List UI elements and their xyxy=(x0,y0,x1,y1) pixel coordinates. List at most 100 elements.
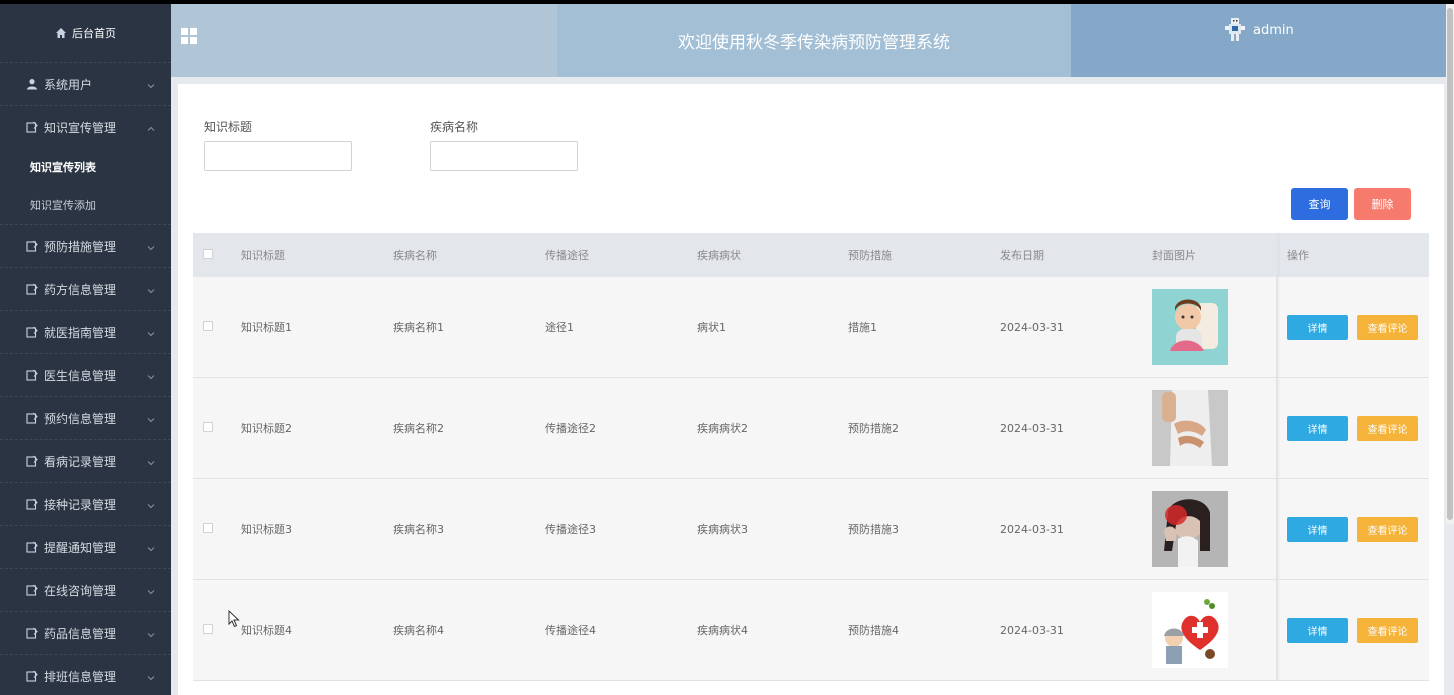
cell-date: 2024-03-31 xyxy=(1000,522,1064,536)
header-cell: 预防措施 xyxy=(848,249,892,262)
header-left xyxy=(171,4,557,77)
page-title: 欢迎使用秋冬季传染病预防管理系统 xyxy=(557,4,1071,77)
sidebar-item[interactable]: 在线咨询管理 xyxy=(0,568,171,611)
sidebar-item[interactable]: 医生信息管理 xyxy=(0,353,171,396)
sidebar-item-label: 提醒通知管理 xyxy=(44,540,117,555)
chevron-down-icon xyxy=(147,327,155,337)
sidebar-item-label: 医生信息管理 xyxy=(44,368,117,383)
scrollbar-track[interactable] xyxy=(1446,4,1454,524)
sidebar-item[interactable]: 药方信息管理 xyxy=(0,267,171,310)
sidebar-item-label: 预约信息管理 xyxy=(44,411,117,426)
sidebar-home-label: 后台首页 xyxy=(72,27,116,40)
detail-button[interactable]: 详情 xyxy=(1287,516,1348,542)
doc-edit-icon xyxy=(26,412,38,424)
search-button[interactable]: 查询 xyxy=(1291,188,1348,220)
cover-image xyxy=(1152,390,1228,466)
cell-disease: 疾病名称3 xyxy=(393,523,444,536)
sidebar-item[interactable]: 接种记录管理 xyxy=(0,482,171,525)
sidebar-item-label: 系统用户 xyxy=(44,77,93,92)
cell-actions: 详情 查看评论 xyxy=(1277,415,1429,441)
delete-button[interactable]: 删除 xyxy=(1354,188,1411,220)
sidebar-item[interactable]: 知识宣传管理 xyxy=(0,105,171,148)
cell-title: 知识标题1 xyxy=(241,321,292,334)
doc-edit-icon xyxy=(26,541,38,553)
table-header: 知识标题 疾病名称 传播途径 疾病病状 预防措施 发布日期 封面图片 操作 xyxy=(193,233,1429,277)
sidebar-home[interactable]: 后台首页 xyxy=(0,4,171,62)
cell-route: 传播途径3 xyxy=(545,523,596,536)
row-checkbox[interactable] xyxy=(203,320,213,331)
cell-cover xyxy=(1152,491,1277,567)
cell-disease: 疾病名称4 xyxy=(393,624,444,637)
cell-date: 2024-03-31 xyxy=(1000,320,1064,334)
detail-button[interactable]: 详情 xyxy=(1287,415,1348,441)
doc-edit-icon xyxy=(26,326,38,338)
sidebar: 后台首页 系统用户知识宣传管理知识宣传列表 知识宣传添加 预防措施管理 药方信息管理就… xyxy=(0,4,171,695)
sidebar-item[interactable]: 就医指南管理 xyxy=(0,310,171,353)
home-icon xyxy=(56,28,66,38)
cover-image xyxy=(1152,491,1228,567)
row-checkbox[interactable] xyxy=(203,421,213,432)
scrollbar-thumb[interactable] xyxy=(1447,8,1453,520)
sidebar-item-label: 在线咨询管理 xyxy=(44,583,117,598)
view-comments-button[interactable]: 查看评论 xyxy=(1357,415,1418,441)
menu-grid-icon[interactable] xyxy=(181,28,197,44)
cell-measure: 预防措施2 xyxy=(848,422,899,435)
chevron-down-icon xyxy=(147,628,155,638)
cell-symptom: 病状1 xyxy=(697,321,726,334)
detail-button[interactable]: 详情 xyxy=(1287,314,1348,340)
sidebar-item[interactable]: 排班信息管理 xyxy=(0,654,171,695)
title-input[interactable] xyxy=(204,141,352,171)
mouse-cursor-icon xyxy=(228,610,240,628)
cell-route: 途径1 xyxy=(545,321,574,334)
avatar-icon xyxy=(1225,18,1245,41)
disease-input[interactable] xyxy=(430,141,578,171)
sidebar-item-label: 知识宣传管理 xyxy=(44,120,117,135)
chevron-down-icon xyxy=(147,284,155,294)
cell-disease: 疾病名称1 xyxy=(393,321,444,334)
cell-date: 2024-03-31 xyxy=(1000,421,1064,435)
doc-edit-icon xyxy=(26,670,38,682)
sidebar-item[interactable]: 看病记录管理 xyxy=(0,439,171,482)
sidebar-item[interactable]: 提醒通知管理 xyxy=(0,525,171,568)
detail-button[interactable]: 详情 xyxy=(1287,617,1348,643)
chevron-down-icon xyxy=(147,499,155,509)
doc-edit-icon xyxy=(26,121,38,133)
cell-symptom: 疾病病状3 xyxy=(697,523,748,536)
table-row: 知识标题1 疾病名称1 途径1 病状1 措施1 2024-03-31 详情 查看评论 xyxy=(193,277,1429,378)
header: 欢迎使用秋冬季传染病预防管理系统 admin xyxy=(171,4,1454,77)
sidebar-item[interactable]: 预防措施管理 xyxy=(0,224,171,267)
chevron-down-icon xyxy=(147,241,155,251)
sidebar-item[interactable]: 系统用户 xyxy=(0,62,171,105)
doc-edit-icon xyxy=(26,283,38,295)
row-checkbox[interactable] xyxy=(203,522,213,533)
field-label-disease: 疾病名称 xyxy=(430,120,479,134)
chevron-down-icon xyxy=(147,370,155,380)
user-icon xyxy=(26,78,38,90)
sidebar-item[interactable]: 药品信息管理 xyxy=(0,611,171,654)
doc-edit-icon xyxy=(26,369,38,381)
username: admin xyxy=(1253,22,1294,38)
cell-actions: 详情 查看评论 xyxy=(1277,617,1429,643)
view-comments-button[interactable]: 查看评论 xyxy=(1357,516,1418,542)
sidebar-item[interactable]: 预约信息管理 xyxy=(0,396,171,439)
sidebar-item-label: 看病记录管理 xyxy=(44,454,117,469)
sidebar-subitem[interactable]: 知识宣传添加 xyxy=(0,186,171,224)
view-comments-button[interactable]: 查看评论 xyxy=(1357,314,1418,340)
chevron-up-icon xyxy=(147,122,155,131)
chevron-down-icon xyxy=(147,413,155,423)
cell-symptom: 疾病病状4 xyxy=(697,624,748,637)
sidebar-item-label: 药品信息管理 xyxy=(44,626,117,641)
chevron-down-icon xyxy=(147,585,155,595)
sidebar-item-label: 排班信息管理 xyxy=(44,669,117,684)
view-comments-button[interactable]: 查看评论 xyxy=(1357,617,1418,643)
sidebar-subitem[interactable]: 知识宣传列表 xyxy=(0,148,171,186)
chevron-down-icon xyxy=(147,542,155,552)
doc-edit-icon xyxy=(26,584,38,596)
select-all-checkbox[interactable] xyxy=(203,248,213,259)
cell-date: 2024-03-31 xyxy=(1000,623,1064,637)
cell-measure: 措施1 xyxy=(848,321,877,334)
user-menu[interactable]: admin xyxy=(1221,16,1294,44)
row-checkbox[interactable] xyxy=(203,623,213,634)
chevron-down-icon xyxy=(147,79,155,89)
doc-edit-icon xyxy=(26,240,38,252)
